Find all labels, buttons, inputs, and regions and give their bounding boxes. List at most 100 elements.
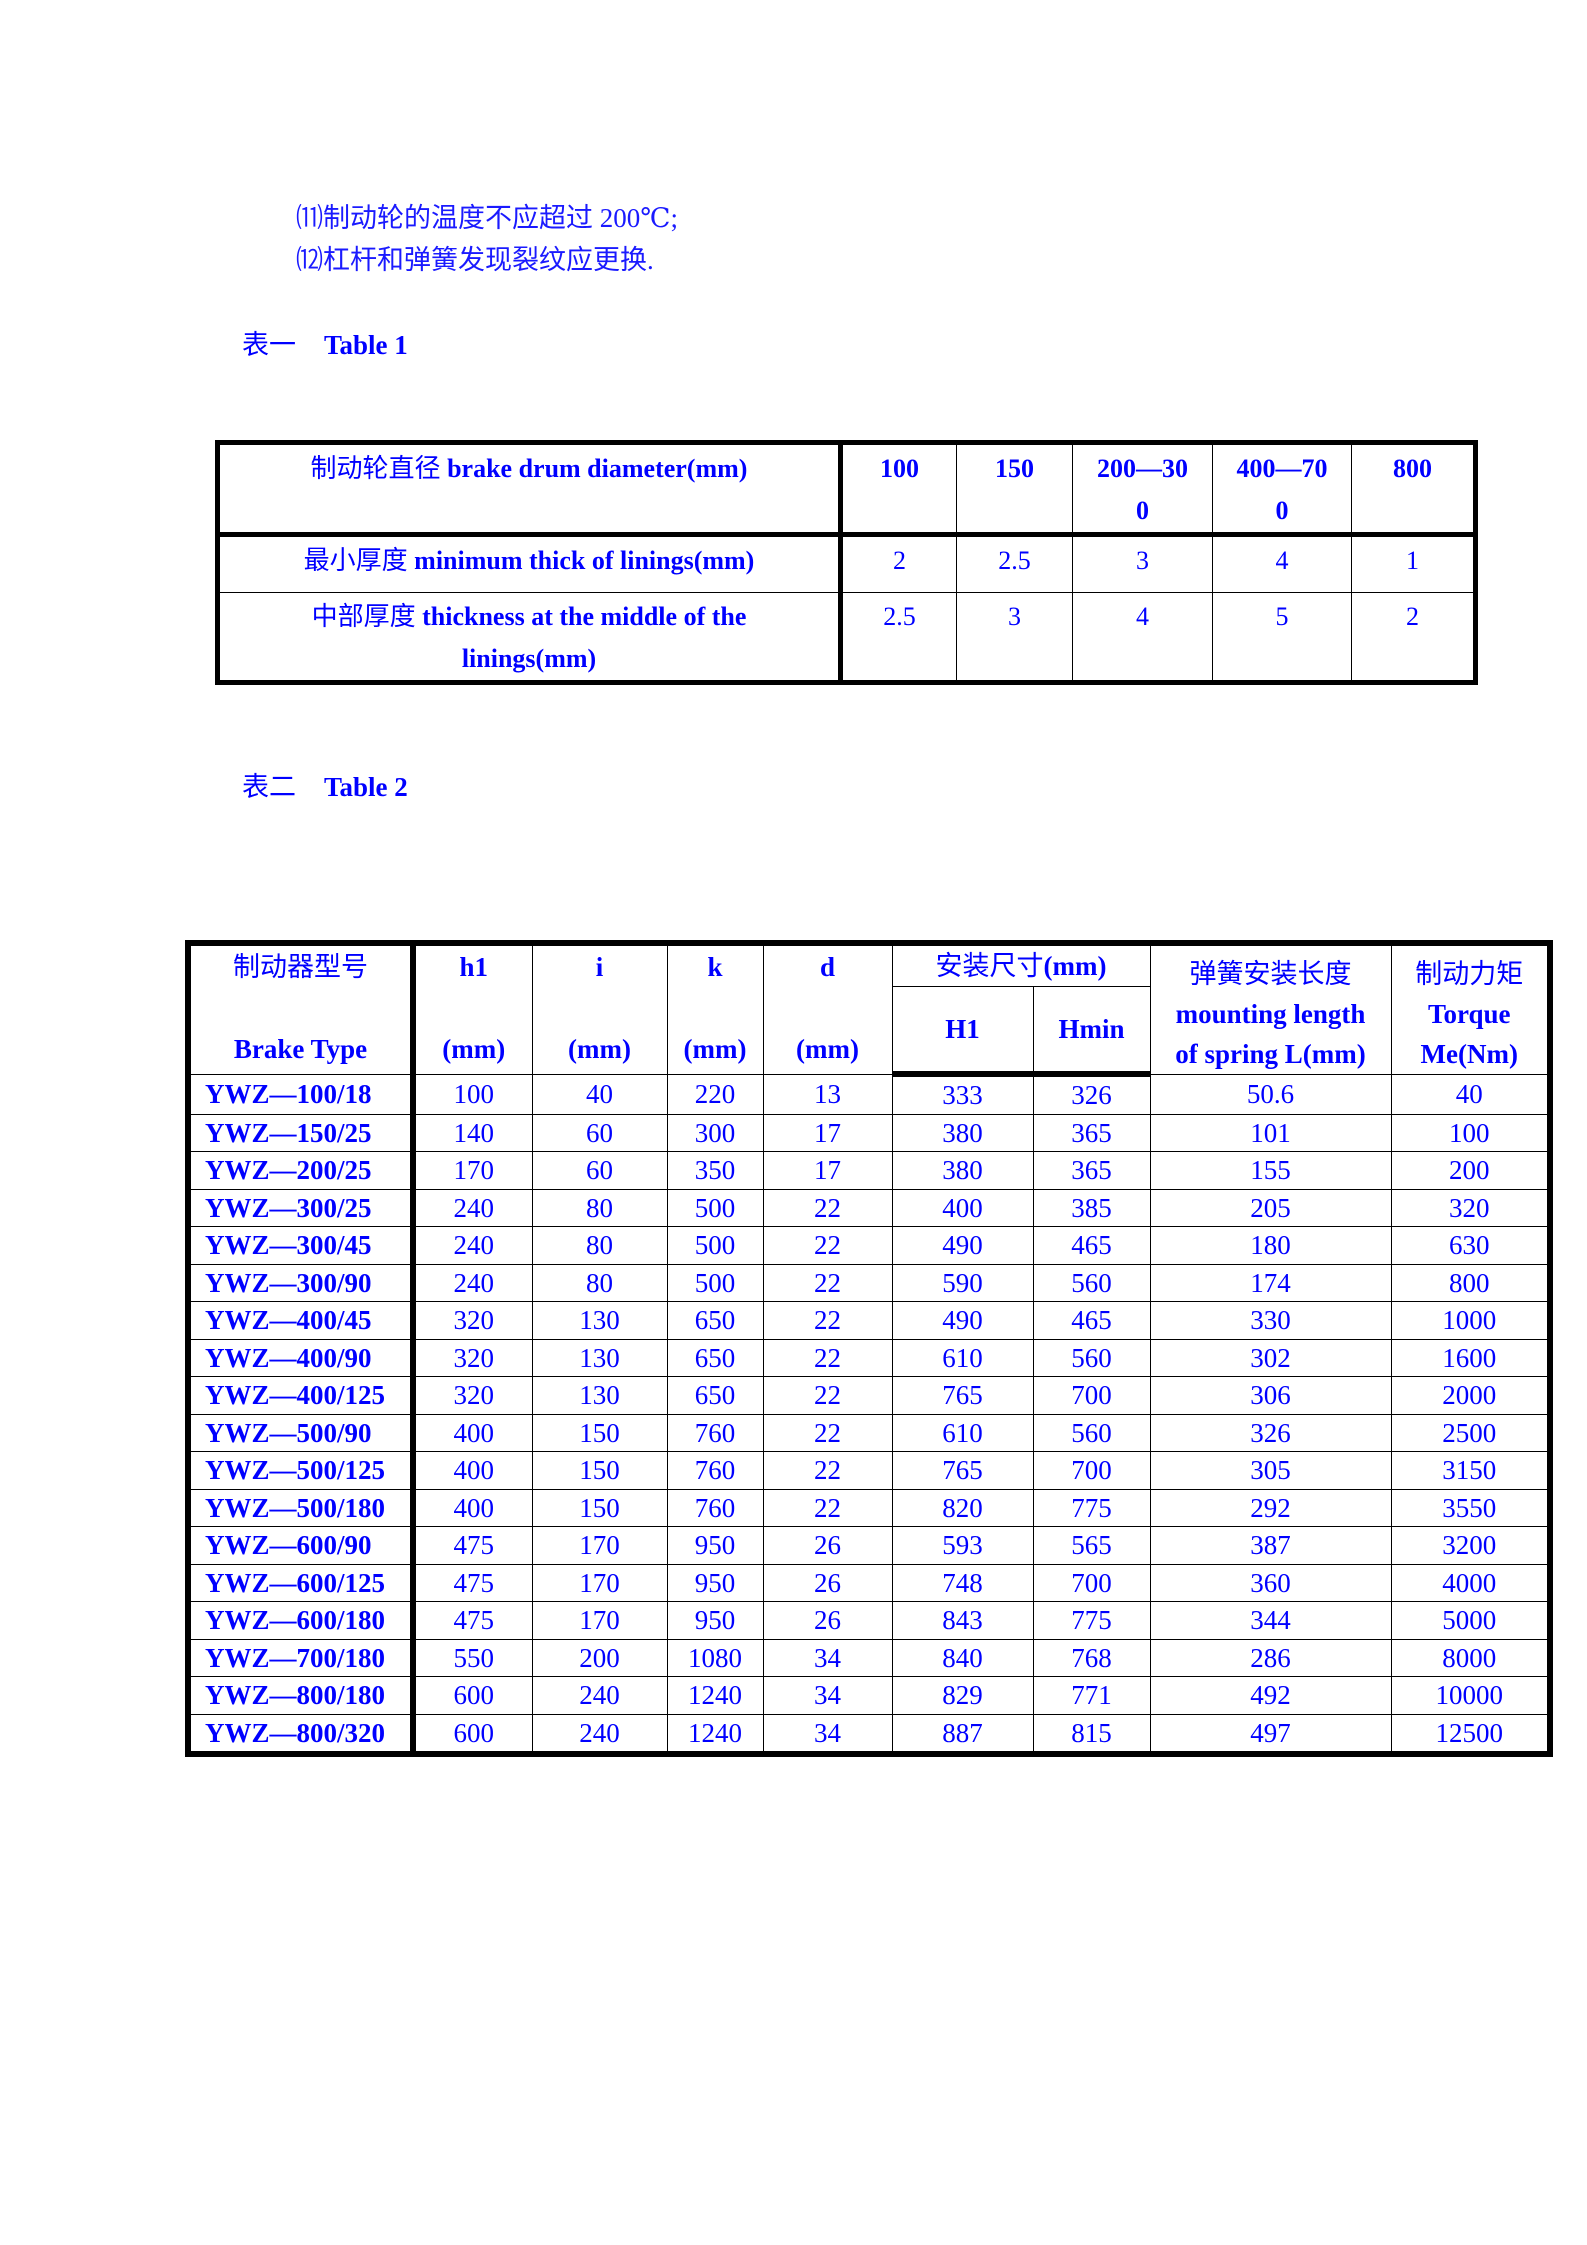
cell-torque: 1600 <box>1390 1338 1551 1377</box>
cell-h1: 100 <box>412 1073 533 1115</box>
cell-i: 130 <box>531 1338 668 1377</box>
cell-h1: 240 <box>412 1188 533 1227</box>
table-row: YWZ—200/25 170 60 350 17 380 365 155 200 <box>187 1151 1551 1190</box>
table1-cell: 2.5 <box>840 592 957 683</box>
table1-cell: 3 <box>956 592 1073 683</box>
cell-h1: 600 <box>412 1713 533 1755</box>
cell-brake-type: YWZ—400/125 <box>187 1376 416 1415</box>
table1-cell: 4 <box>1212 534 1352 593</box>
table-row: YWZ—500/125 400 150 760 22 765 700 305 3150 <box>187 1451 1551 1490</box>
spring-cn: 弹簧安装长度 <box>1189 958 1352 989</box>
cell-d: 34 <box>762 1638 893 1677</box>
cell-Hmin: 771 <box>1032 1676 1151 1715</box>
cell-H1: 380 <box>891 1151 1034 1190</box>
cell-H1: 590 <box>891 1263 1034 1302</box>
label-cn: 最小厚度 <box>303 546 408 575</box>
cell-k: 220 <box>666 1073 764 1115</box>
cell-h1: 475 <box>412 1563 533 1602</box>
header-install-dims: 安装尺寸(mm) <box>891 942 1151 987</box>
cell-h1: 240 <box>412 1263 533 1302</box>
cell-i: 170 <box>531 1526 668 1565</box>
table1-row-label: 最小厚度 minimum thick of linings(mm) <box>217 534 843 593</box>
cell-Hmin: 815 <box>1032 1713 1151 1755</box>
cell-k: 950 <box>666 1526 764 1565</box>
cell-i: 80 <box>531 1188 668 1227</box>
cell-spring-length: 205 <box>1149 1188 1392 1227</box>
cell-spring-length: 305 <box>1149 1451 1392 1490</box>
cell-i: 240 <box>531 1676 668 1715</box>
cell-h1: 475 <box>412 1601 533 1640</box>
cell-h1: 400 <box>412 1413 533 1452</box>
cell-Hmin: 700 <box>1032 1451 1151 1490</box>
cell-H1: 380 <box>891 1113 1034 1152</box>
header-k-label: k <box>707 952 723 982</box>
install-cn: 安装尺寸 <box>935 951 1044 981</box>
cell-H1: 610 <box>891 1338 1034 1377</box>
torque-en2: Me(Nm) <box>1420 1038 1518 1069</box>
table1-row: 中部厚度 thickness at the middle of the lini… <box>217 592 1476 683</box>
cell-d: 22 <box>762 1301 893 1340</box>
cell-H1: 765 <box>891 1451 1034 1490</box>
cell-k: 650 <box>666 1301 764 1340</box>
table-row: YWZ—300/45 240 80 500 22 490 465 180 630 <box>187 1226 1551 1265</box>
cell-Hmin: 768 <box>1032 1638 1151 1677</box>
table-row: YWZ—300/90 240 80 500 22 590 560 174 800 <box>187 1263 1551 1302</box>
cell-torque: 3550 <box>1390 1488 1551 1527</box>
cell-H1: 829 <box>891 1676 1034 1715</box>
spring-en2: of spring L(mm) <box>1175 1038 1366 1069</box>
cell-Hmin: 465 <box>1032 1301 1151 1340</box>
header-type-cn: 制动器型号 <box>233 952 368 982</box>
cell-i: 170 <box>531 1601 668 1640</box>
cell-k: 350 <box>666 1151 764 1190</box>
cell-torque: 10000 <box>1390 1676 1551 1715</box>
cell-H1: 490 <box>891 1301 1034 1340</box>
table1-col-header: 400—70 0 <box>1212 442 1352 537</box>
cell-brake-type: YWZ—200/25 <box>187 1151 416 1190</box>
cell-brake-type: YWZ—400/45 <box>187 1301 416 1340</box>
label-cn: 中部厚度 <box>311 602 416 631</box>
cell-i: 240 <box>531 1713 668 1755</box>
cell-spring-length: 306 <box>1149 1376 1392 1415</box>
cell-d: 26 <box>762 1601 893 1640</box>
header-d: d (mm) <box>762 942 893 1075</box>
cell-torque: 40 <box>1390 1073 1551 1115</box>
cell-spring-length: 50.6 <box>1149 1073 1392 1115</box>
table-row: YWZ—600/180 475 170 950 26 843 775 344 5000 <box>187 1601 1551 1640</box>
cell-h1: 550 <box>412 1638 533 1677</box>
cell-d: 26 <box>762 1526 893 1565</box>
cell-brake-type: YWZ—500/180 <box>187 1488 416 1527</box>
table1-caption-cn: 表一 <box>242 330 296 360</box>
header-H1: H1 <box>891 986 1034 1077</box>
cell-torque: 800 <box>1390 1263 1551 1302</box>
header-i-label: i <box>595 952 604 982</box>
cell-spring-length: 326 <box>1149 1413 1392 1452</box>
cell-i: 60 <box>531 1113 668 1152</box>
cell-k: 500 <box>666 1226 764 1265</box>
label-en: thickness at the middle of the linings(m… <box>415 602 747 673</box>
table1-cell: 4 <box>1072 592 1213 683</box>
cell-torque: 2500 <box>1390 1413 1551 1452</box>
table1-row-label: 中部厚度 thickness at the middle of the lini… <box>217 592 843 683</box>
torque-en1: Torque <box>1427 998 1511 1029</box>
cell-spring-length: 101 <box>1149 1113 1392 1152</box>
cell-H1: 765 <box>891 1376 1034 1415</box>
cell-torque: 8000 <box>1390 1638 1551 1677</box>
header-unit: (mm) <box>442 1034 506 1064</box>
cell-Hmin: 775 <box>1032 1601 1151 1640</box>
cell-brake-type: YWZ—700/180 <box>187 1638 416 1677</box>
cell-H1: 748 <box>891 1563 1034 1602</box>
cell-H1: 820 <box>891 1488 1034 1527</box>
cell-spring-length: 360 <box>1149 1563 1392 1602</box>
cell-spring-length: 286 <box>1149 1638 1392 1677</box>
cell-torque: 2000 <box>1390 1376 1551 1415</box>
table1-col-header: 200—30 0 <box>1072 442 1213 537</box>
cell-Hmin: 700 <box>1032 1376 1151 1415</box>
cell-h1: 320 <box>412 1301 533 1340</box>
cell-Hmin: 565 <box>1032 1526 1151 1565</box>
table-row: YWZ—400/45 320 130 650 22 490 465 330 1000 <box>187 1301 1551 1340</box>
header-i: i (mm) <box>531 942 668 1075</box>
table-row: YWZ—500/180 400 150 760 22 820 775 292 3550 <box>187 1488 1551 1527</box>
cell-h1: 170 <box>412 1151 533 1190</box>
cell-h1: 600 <box>412 1676 533 1715</box>
cell-k: 1080 <box>666 1638 764 1677</box>
